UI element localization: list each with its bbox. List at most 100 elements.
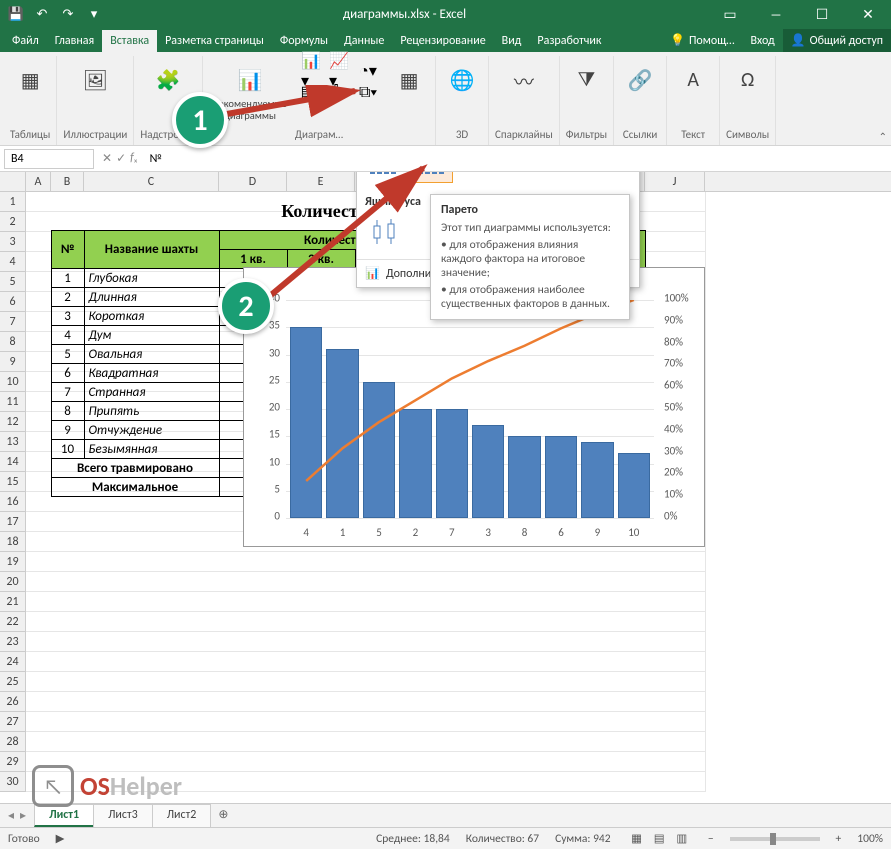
colh-D[interactable]: D [219, 172, 287, 191]
rowh[interactable]: 18 [0, 532, 25, 552]
pareto-option[interactable] [413, 172, 453, 183]
rowh[interactable]: 11 [0, 392, 25, 412]
boxwhisker-option[interactable] [365, 215, 405, 253]
new-sheet-button[interactable]: ⊕ [210, 804, 236, 827]
collapse-ribbon-icon[interactable]: ⌃ [879, 130, 887, 143]
sheet-tab[interactable]: Лист2 [152, 804, 212, 827]
rowh[interactable]: 20 [0, 572, 25, 592]
rowh[interactable]: 3 [0, 232, 25, 252]
signin-button[interactable]: Вход [742, 30, 782, 52]
chart-bar[interactable] [545, 436, 577, 518]
rowh[interactable]: 14 [0, 452, 25, 472]
tab-formulas[interactable]: Формулы [272, 30, 336, 52]
tab-insert[interactable]: Вставка [102, 30, 157, 52]
chart-bar[interactable] [581, 442, 613, 518]
rowh[interactable]: 29 [0, 752, 25, 772]
chart-bar[interactable] [290, 327, 322, 518]
combo-chart-icon[interactable]: ⧉▾ [357, 83, 379, 101]
view-pagebreak-icon[interactable]: ▥ [672, 831, 692, 846]
rowh[interactable]: 27 [0, 712, 25, 732]
rowh[interactable]: 5 [0, 272, 25, 292]
sheet-tab[interactable]: Лист3 [93, 804, 153, 827]
tab-data[interactable]: Данные [336, 30, 392, 52]
tab-pagelayout[interactable]: Разметка страницы [157, 30, 272, 52]
rowh[interactable]: 4 [0, 252, 25, 272]
sheet-tab[interactable]: Лист1 [34, 804, 94, 827]
qat-customize-icon[interactable]: ▾ [86, 6, 102, 22]
view-pagelayout-icon[interactable]: ▤ [649, 831, 669, 846]
illustrations-button[interactable]: 🖼 [75, 62, 115, 98]
tell-me[interactable]: 💡 Помощ… [662, 29, 742, 52]
rowh[interactable]: 16 [0, 492, 25, 512]
tables-button[interactable]: ▦ [10, 62, 50, 98]
slicer-button[interactable]: ⧩ [566, 62, 606, 98]
chart-bar[interactable] [436, 409, 468, 518]
tab-developer[interactable]: Разработчик [529, 30, 609, 52]
rowh[interactable]: 7 [0, 312, 25, 332]
redo-icon[interactable]: ↷ [60, 6, 76, 22]
zoom-out-icon[interactable]: − [708, 832, 714, 846]
fx-icon[interactable]: fₓ [130, 151, 137, 166]
rowh[interactable]: 21 [0, 592, 25, 612]
colh-B[interactable]: B [51, 172, 84, 191]
stat-chart-icon[interactable]: ⫿▾ [329, 83, 351, 101]
symbol-button[interactable]: Ω [728, 62, 768, 98]
chart-bar[interactable] [472, 425, 504, 518]
colh-J[interactable]: J [645, 172, 705, 191]
rowh[interactable]: 23 [0, 632, 25, 652]
rowh[interactable]: 19 [0, 552, 25, 572]
share-button[interactable]: 👤 Общий доступ [783, 29, 891, 52]
sheet-next-icon[interactable]: ▸ [20, 808, 26, 823]
formula-input[interactable]: № [142, 150, 891, 168]
rowh[interactable]: 1 [0, 192, 25, 212]
rowh[interactable]: 6 [0, 292, 25, 312]
close-icon[interactable]: ✕ [845, 0, 891, 28]
colh-A[interactable]: A [26, 172, 51, 191]
status-macro-icon[interactable]: ▶ [56, 831, 65, 846]
rowh[interactable]: 15 [0, 472, 25, 492]
view-normal-icon[interactable]: ▦ [627, 831, 647, 846]
zoom-slider[interactable] [730, 837, 820, 841]
tab-view[interactable]: Вид [494, 30, 530, 52]
colh-E[interactable]: E [287, 172, 355, 191]
spreadsheet-grid[interactable]: A B C D E F G H I J 12345678910111213141… [0, 172, 891, 841]
tab-file[interactable]: Файл [4, 30, 47, 52]
histogram-option[interactable] [365, 172, 405, 183]
colh-C[interactable]: C [84, 172, 219, 191]
bar-chart-icon[interactable]: ▤▾ [301, 83, 323, 101]
pie-chart-icon[interactable]: ◔▾ [357, 62, 379, 80]
textbox-button[interactable]: A [673, 62, 713, 98]
rowh[interactable]: 30 [0, 772, 25, 792]
3dmap-button[interactable]: 🌐 [442, 62, 482, 98]
rowh[interactable]: 8 [0, 332, 25, 352]
tab-home[interactable]: Главная [47, 30, 102, 52]
rowh[interactable]: 10 [0, 372, 25, 392]
select-all-triangle[interactable] [0, 172, 26, 191]
undo-icon[interactable]: ↶ [34, 6, 50, 22]
rowh[interactable]: 22 [0, 612, 25, 632]
zoom-in-icon[interactable]: + [836, 832, 842, 846]
rowh[interactable]: 13 [0, 432, 25, 452]
column-chart-icon[interactable]: 📊▾ [301, 62, 323, 80]
minimize-icon[interactable]: ― [753, 0, 799, 28]
sheet-prev-icon[interactable]: ◂ [8, 808, 14, 823]
chart-bar[interactable] [326, 349, 358, 518]
rowh[interactable]: 2 [0, 212, 25, 232]
chart-bar[interactable] [363, 382, 395, 518]
rowh[interactable]: 24 [0, 652, 25, 672]
line-chart-icon[interactable]: 📈▾ [329, 62, 351, 80]
rowh[interactable]: 12 [0, 412, 25, 432]
rowh[interactable]: 9 [0, 352, 25, 372]
hyperlink-button[interactable]: 🔗 [620, 62, 660, 98]
chart-plot-area[interactable] [286, 300, 654, 518]
save-icon[interactable]: 💾 [8, 6, 24, 22]
zoom-level[interactable]: 100% [857, 832, 883, 846]
addins-button[interactable]: 🧩 [148, 62, 188, 98]
maximize-icon[interactable]: ☐ [799, 0, 845, 28]
enter-formula-icon[interactable]: ✓ [116, 151, 126, 166]
name-box[interactable]: B4 [4, 149, 94, 169]
chart-bar[interactable] [399, 409, 431, 518]
rowh[interactable]: 17 [0, 512, 25, 532]
rowh[interactable]: 28 [0, 732, 25, 752]
tab-review[interactable]: Рецензирование [392, 30, 493, 52]
